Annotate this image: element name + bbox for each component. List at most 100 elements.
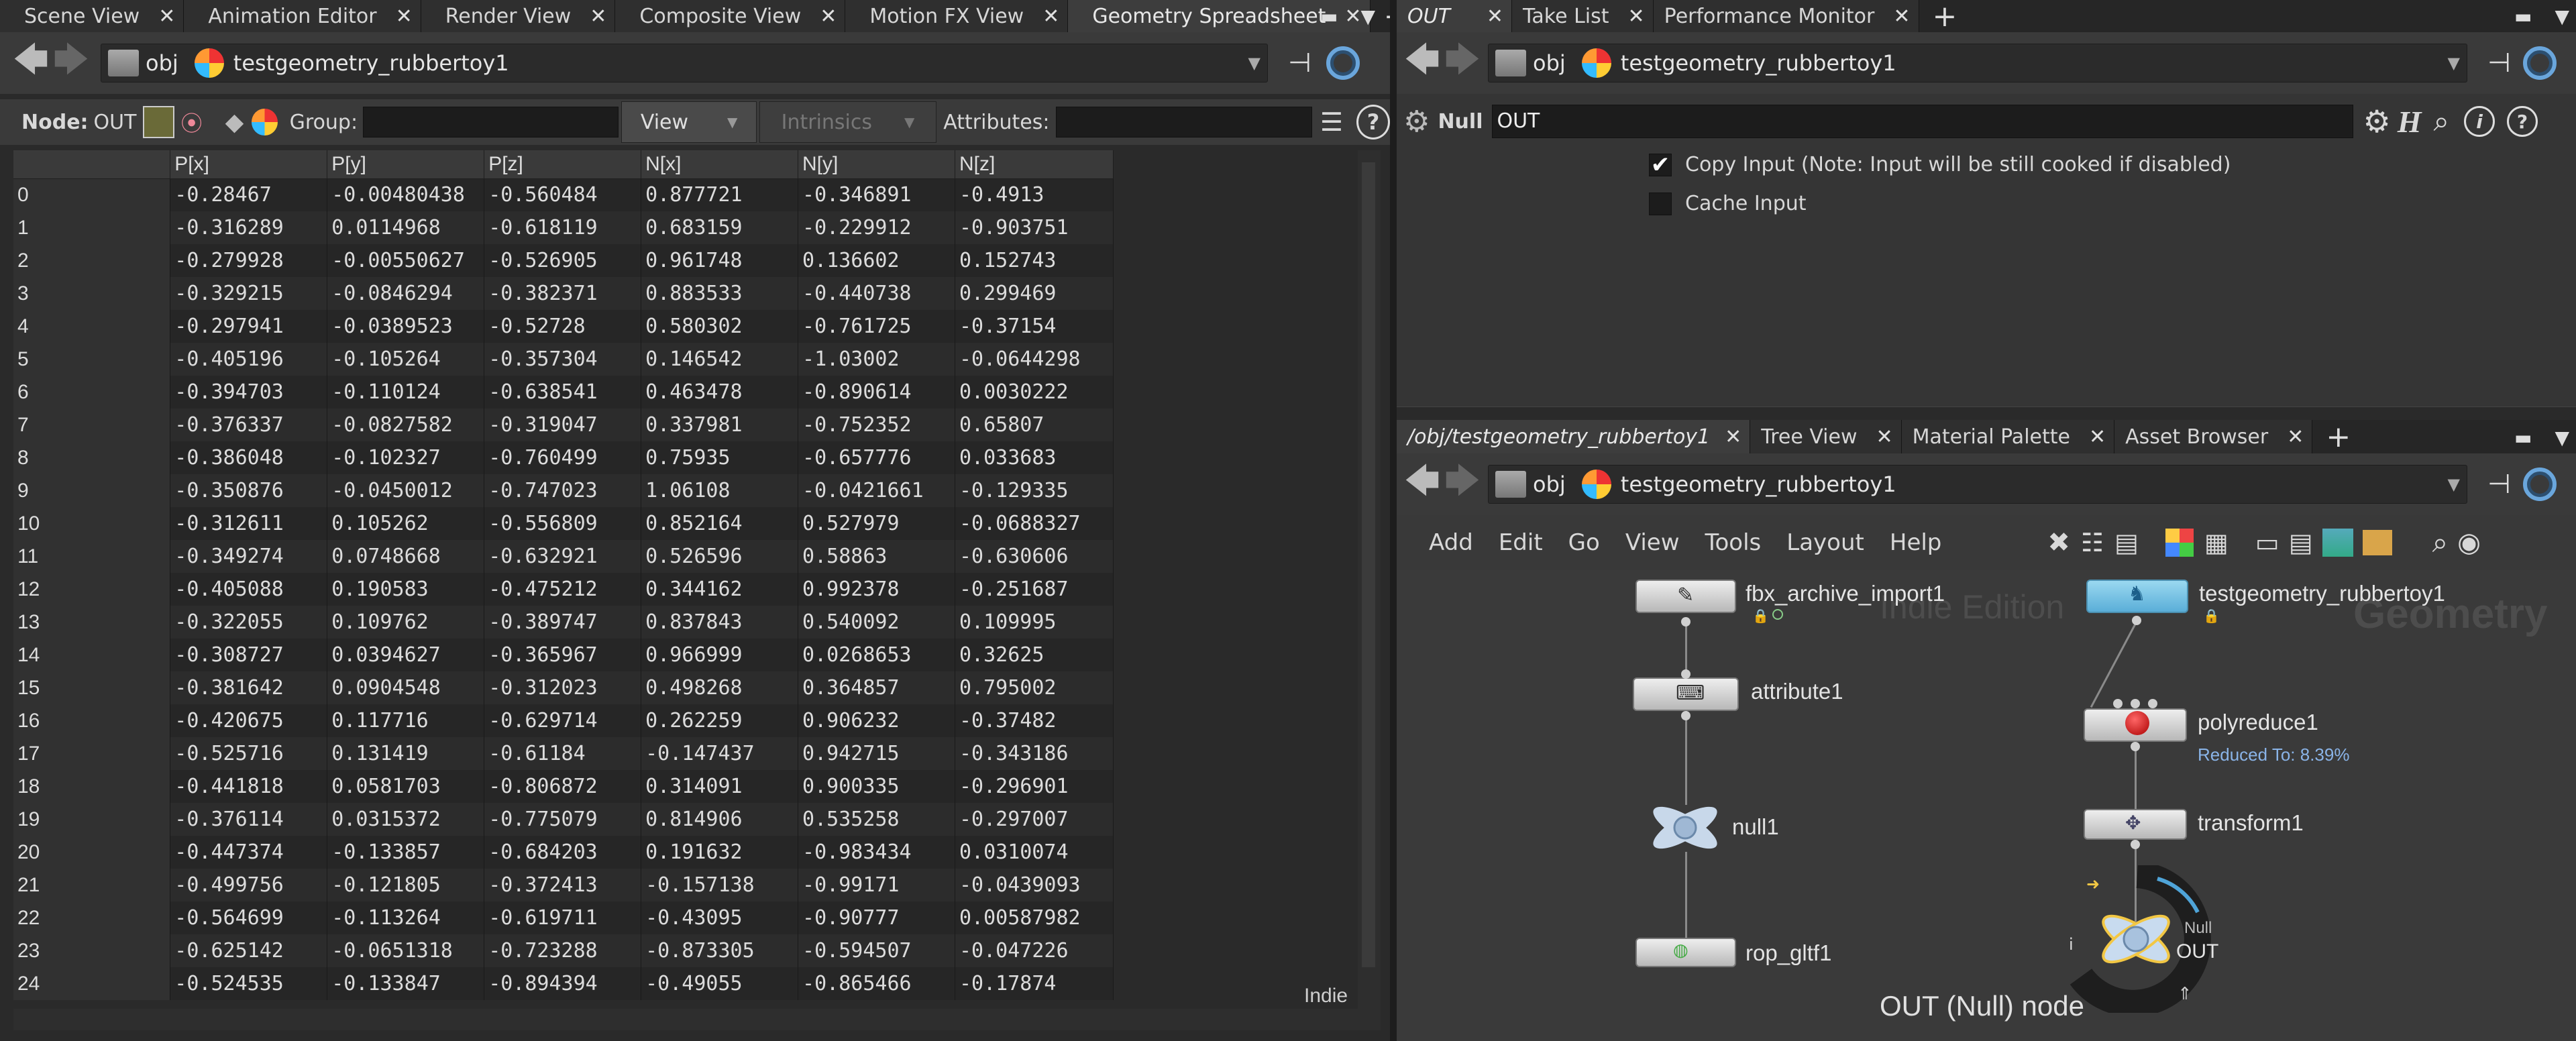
table-row[interactable]: 18 -0.441818 0.0581703 -0.806872 0.314091 0.9… [13, 770, 1114, 803]
close-icon[interactable]: ✕ [1725, 425, 1741, 449]
houdini-h-icon[interactable]: H [2398, 104, 2422, 140]
close-icon[interactable]: ✕ [2287, 425, 2304, 449]
list-menu-icon[interactable]: ☰ [1320, 107, 1343, 137]
path-dropdown-icon[interactable]: ▼ [1248, 54, 1260, 72]
output-port[interactable] [2131, 840, 2140, 849]
tab-composite-view[interactable]: Composite View ✕ [615, 0, 846, 32]
tab-out[interactable]: OUT ✕ [1397, 0, 1513, 32]
tab-render-view[interactable]: Render View ✕ [421, 0, 616, 32]
forward-arrow-icon[interactable]: 🡆 [1442, 455, 1483, 514]
close-icon[interactable]: ✕ [1628, 5, 1645, 28]
output-port[interactable] [2132, 616, 2141, 625]
table-row[interactable]: 9 -0.350876 -0.0450012 -0.747023 1.06108 -0.0… [13, 474, 1114, 507]
help-icon[interactable]: ? [2507, 106, 2538, 137]
maximize-icon[interactable]: ▬ [1320, 5, 1338, 28]
table-row[interactable]: 13 -0.322055 0.109762 -0.389747 0.837843 0.54… [13, 606, 1114, 639]
copy-input-checkbox[interactable]: ✔ [1649, 152, 1672, 178]
image-icon[interactable] [2322, 529, 2353, 557]
output-port[interactable] [1681, 711, 1690, 720]
table-row[interactable]: 19 -0.376114 0.0315372 -0.775079 0.814906 0.5… [13, 803, 1114, 836]
back-arrow-icon[interactable]: 🡄 [11, 34, 51, 93]
close-icon[interactable]: ✕ [1487, 5, 1503, 28]
group-field[interactable] [363, 107, 619, 138]
input-port[interactable] [2131, 699, 2140, 708]
path-field[interactable]: obj testgeometry_rubbertoy1 ▼ [1488, 44, 2467, 83]
add-tab-icon[interactable]: + [1919, 0, 1971, 34]
table-row[interactable]: 5 -0.405196 -0.105264 -0.357304 0.146542 -1.0… [13, 343, 1114, 376]
detail-icon[interactable] [252, 109, 278, 135]
table-row[interactable]: 21 -0.499756 -0.121805 -0.372413 -0.157138 -0… [13, 869, 1114, 901]
output-port[interactable] [2131, 742, 2140, 751]
path-dropdown-icon[interactable]: ▼ [2448, 54, 2460, 72]
info-icon[interactable]: i [2464, 106, 2496, 137]
table-row[interactable]: 12 -0.405088 0.190583 -0.475212 0.344162 0.99… [13, 573, 1114, 606]
pane-divider[interactable] [1390, 0, 1397, 1041]
column-header[interactable] [13, 150, 171, 179]
backdrop-icon[interactable] [2362, 530, 2392, 555]
node-value[interactable]: OUT [94, 111, 137, 134]
table-row[interactable]: 16 -0.420675 0.117716 -0.629714 0.262259 0.90… [13, 704, 1114, 737]
tab-network-path[interactable]: /obj/testgeometry_rubbertoy1 ✕ [1397, 420, 1751, 453]
close-icon[interactable]: ✕ [590, 5, 606, 28]
wrench-icon[interactable]: ✖ [2047, 527, 2070, 558]
link-ring-icon[interactable] [1326, 46, 1360, 80]
close-icon[interactable]: ✕ [2089, 425, 2106, 449]
close-icon[interactable]: ✕ [158, 5, 175, 28]
forward-arrow-icon[interactable]: 🡆 [1442, 34, 1483, 93]
cache-input-checkbox[interactable] [1649, 192, 1672, 215]
close-icon[interactable]: ✕ [820, 5, 837, 28]
horizontal-scrollbar[interactable] [13, 1009, 1381, 1030]
eye-icon[interactable]: ◉ [2457, 527, 2481, 558]
menu-view[interactable]: View [1625, 529, 1680, 556]
back-arrow-icon[interactable]: 🡄 [1402, 34, 1442, 93]
network-editor[interactable]: Indie Edition Geometry ✎ fbx_archive_imp… [1397, 570, 2576, 1041]
node-name-field[interactable]: OUT [1492, 105, 2354, 138]
menu-edit[interactable]: Edit [1499, 529, 1543, 556]
input-port[interactable] [2148, 699, 2157, 708]
pin-icon[interactable]: ⊣ [2487, 48, 2511, 78]
tab-scene-view[interactable]: Scene View ✕ [0, 0, 184, 32]
tab-take-list[interactable]: Take List ✕ [1512, 0, 1654, 32]
column-header[interactable]: N[z] [955, 150, 1114, 179]
table-row[interactable]: 23 -0.625142 -0.0651318 -0.723288 -0.873305-… [13, 934, 1114, 967]
scroll-thumb[interactable] [1362, 162, 1375, 967]
table-row[interactable]: 4 -0.297941 -0.0389523 -0.52728 0.580302 -0.7… [13, 310, 1114, 343]
attributes-field[interactable] [1056, 107, 1312, 138]
table-row[interactable]: 2 -0.279928 -0.00550627 -0.526905 0.961748 0.… [13, 244, 1114, 277]
table-row[interactable]: 22 -0.564699 -0.113264 -0.619711 -0.43095 -0.… [13, 901, 1114, 934]
tab-animation-editor[interactable]: Animation Editor ✕ [184, 0, 421, 32]
maximize-icon[interactable]: ▬ [2514, 5, 2532, 28]
column-header[interactable]: N[x] [641, 150, 799, 179]
table-row[interactable]: 14 -0.308727 0.0394627 -0.365967 0.966999 0.0… [13, 639, 1114, 671]
table-row[interactable]: 11 -0.349274 0.0748668 -0.632921 0.526596 0.5… [13, 540, 1114, 573]
input-port[interactable] [1681, 669, 1690, 679]
table-row[interactable]: 15 -0.381642 0.0904548 -0.312023 0.498268 0.3… [13, 671, 1114, 704]
menu-add[interactable]: Add [1429, 529, 1473, 556]
column-header[interactable]: P[x] [170, 150, 328, 179]
primitives-icon[interactable]: ◆ [225, 109, 244, 136]
add-tab-icon[interactable]: + [2312, 420, 2364, 454]
output-port[interactable] [1681, 617, 1690, 626]
tab-motion-fx-view[interactable]: Motion FX View ✕ [845, 0, 1069, 32]
column-header[interactable]: N[y] [798, 150, 955, 179]
menu-layout[interactable]: Layout [1786, 529, 1864, 556]
pane-menu-icon[interactable]: ▼ [2555, 427, 2569, 449]
table-row[interactable]: 0 -0.28467 -0.00480438 -0.560484 0.877721 -0.… [13, 178, 1114, 211]
list-icon[interactable]: ▤ [2114, 528, 2139, 557]
path-dropdown-icon[interactable]: ▼ [2448, 475, 2460, 494]
close-icon[interactable]: ✕ [1042, 5, 1059, 28]
link-ring-icon[interactable] [2522, 46, 2557, 80]
node-null1[interactable] [1648, 801, 1723, 855]
input-port[interactable] [2113, 699, 2123, 708]
table-row[interactable]: 17 -0.525716 0.131419 -0.61184 -0.147437 0.94… [13, 737, 1114, 770]
close-icon[interactable]: ✕ [396, 5, 413, 28]
table-row[interactable]: 24 -0.524535 -0.133847 -0.894394 -0.49055 -0.… [13, 967, 1114, 1000]
pane-menu-icon[interactable]: ▼ [1360, 5, 1375, 28]
gear-icon[interactable]: ⚙ [2363, 103, 2390, 140]
pin-icon[interactable]: ⊣ [1288, 48, 1311, 78]
table-row[interactable]: 3 -0.329215 -0.0846294 -0.382371 0.883533 -0.… [13, 277, 1114, 310]
forward-arrow-icon[interactable]: 🡆 [51, 34, 91, 93]
menu-help[interactable]: Help [1890, 529, 1942, 556]
close-icon[interactable]: ✕ [1893, 5, 1910, 28]
intrinsics-button[interactable]: Intrinsics ▼ [759, 101, 937, 143]
